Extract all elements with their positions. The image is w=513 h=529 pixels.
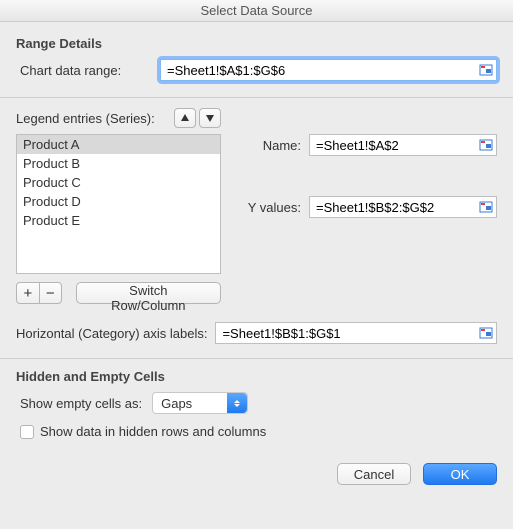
chart-data-range-label: Chart data range: <box>20 63 160 78</box>
axis-labels-label: Horizontal (Category) axis labels: <box>16 326 215 341</box>
show-hidden-label: Show data in hidden rows and columns <box>40 424 266 439</box>
series-yvalues-input-wrap <box>309 196 497 218</box>
list-item[interactable]: Product A <box>17 135 220 154</box>
series-listbox[interactable]: Product A Product B Product C Product D … <box>16 134 221 274</box>
divider <box>0 97 513 98</box>
add-series-button[interactable]: + <box>17 283 39 303</box>
series-name-input[interactable] <box>309 134 497 156</box>
list-item[interactable]: Product D <box>17 192 220 211</box>
divider <box>0 358 513 359</box>
chart-data-range-input-wrap <box>160 59 497 81</box>
series-yvalues-label: Y values: <box>237 200 309 215</box>
switch-row-column-button[interactable]: Switch Row/Column <box>76 282 221 304</box>
show-hidden-checkbox[interactable] <box>20 425 34 439</box>
collapse-range-icon[interactable] <box>478 325 494 341</box>
axis-labels-input-wrap <box>215 322 497 344</box>
chart-data-range-input[interactable] <box>160 59 497 81</box>
add-remove-segment: + − <box>16 282 62 304</box>
show-empty-selected: Gaps <box>161 396 192 411</box>
list-item[interactable]: Product B <box>17 154 220 173</box>
window-title: Select Data Source <box>0 0 513 22</box>
axis-labels-input[interactable] <box>215 322 497 344</box>
collapse-range-icon[interactable] <box>478 137 494 153</box>
cancel-button[interactable]: Cancel <box>337 463 411 485</box>
collapse-range-icon[interactable] <box>478 62 494 78</box>
ok-button[interactable]: OK <box>423 463 497 485</box>
hidden-empty-title: Hidden and Empty Cells <box>16 369 497 384</box>
show-empty-label: Show empty cells as: <box>20 396 152 411</box>
collapse-range-icon[interactable] <box>478 199 494 215</box>
series-name-input-wrap <box>309 134 497 156</box>
legend-entries-label: Legend entries (Series): <box>16 111 171 126</box>
range-details-title: Range Details <box>16 36 497 51</box>
move-down-button[interactable] <box>199 108 221 128</box>
show-empty-select[interactable]: Gaps <box>152 392 248 414</box>
list-item[interactable]: Product E <box>17 211 220 230</box>
list-item[interactable]: Product C <box>17 173 220 192</box>
move-up-button[interactable] <box>174 108 196 128</box>
series-name-label: Name: <box>237 138 309 153</box>
select-caret-icon <box>227 393 247 413</box>
remove-series-button[interactable]: − <box>39 283 61 303</box>
series-yvalues-input[interactable] <box>309 196 497 218</box>
